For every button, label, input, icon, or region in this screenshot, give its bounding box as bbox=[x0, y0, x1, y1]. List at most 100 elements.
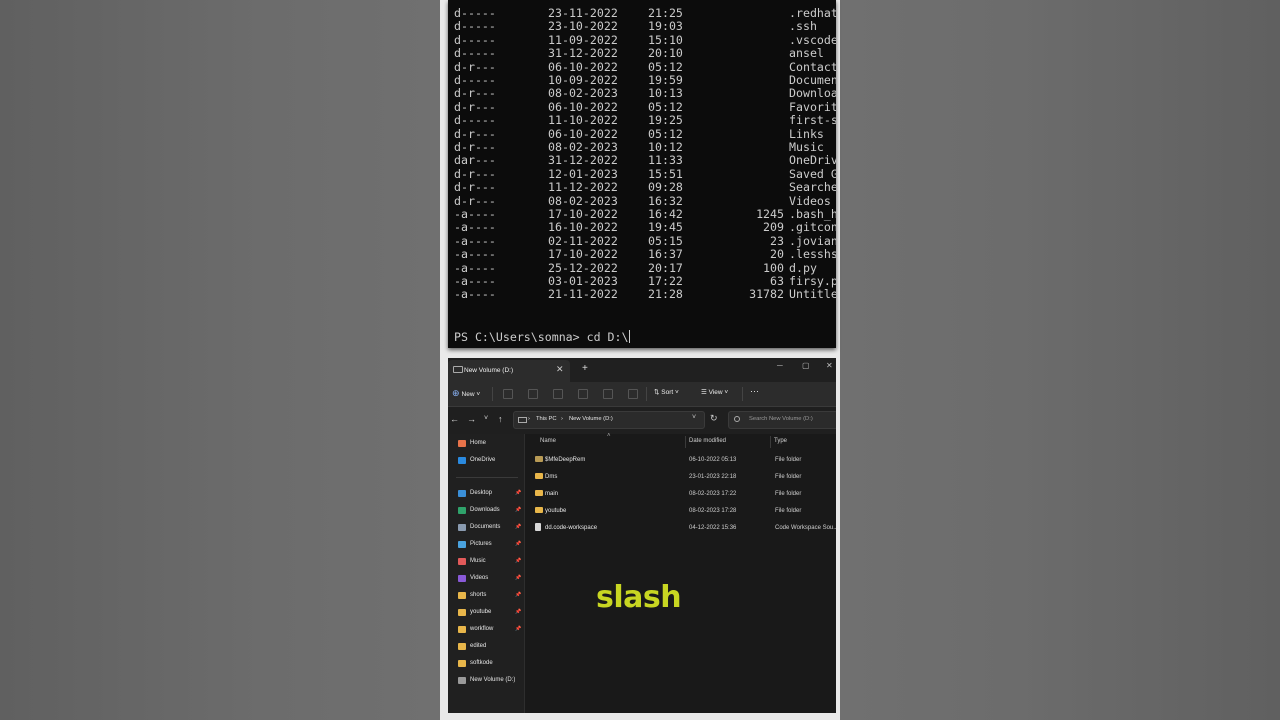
terminal-name: .ssh bbox=[789, 19, 817, 34]
file-row[interactable]: Dms 23-01-2023 22:18 File folder bbox=[525, 469, 836, 485]
terminal-prompt[interactable]: PS C:\Users\somna> cd D:\ bbox=[454, 330, 630, 344]
drive-icon bbox=[458, 677, 466, 684]
tab-close-button[interactable]: ✕ bbox=[556, 364, 564, 375]
terminal-time: 10:13 bbox=[648, 86, 683, 101]
document-icon bbox=[458, 524, 466, 531]
share-icon[interactable] bbox=[603, 389, 613, 399]
nav-item[interactable]: New Volume (D:) bbox=[448, 673, 524, 689]
file-row[interactable]: main 08-02-2023 17:22 File folder bbox=[525, 486, 836, 502]
file-row[interactable]: youtube 08-02-2023 17:28 File folder bbox=[525, 503, 836, 519]
nav-item-label: Music bbox=[470, 558, 486, 564]
nav-item[interactable]: softkode bbox=[448, 656, 524, 672]
address-dropdown-icon[interactable]: ˅ bbox=[692, 414, 696, 421]
search-box[interactable]: Search New Volume (D:) bbox=[728, 411, 836, 429]
video-icon bbox=[458, 575, 466, 582]
up-arrow-icon[interactable]: ↑ bbox=[498, 414, 503, 424]
new-tab-button[interactable]: + bbox=[582, 363, 588, 374]
column-divider[interactable] bbox=[685, 436, 686, 448]
nav-item[interactable]: Videos 📌 bbox=[448, 571, 524, 587]
terminal-mode: -a---- bbox=[454, 207, 496, 221]
terminal-window[interactable]: d----- 23-11-2022 21:25 .redhat d----- 23-10-… bbox=[448, 0, 836, 348]
terminal-mode: d-r--- bbox=[454, 59, 496, 74]
explorer-tab[interactable]: New Volume (D:) ✕ bbox=[448, 360, 570, 382]
back-arrow-icon[interactable]: ← bbox=[450, 414, 459, 424]
terminal-date: 11-09-2022 bbox=[548, 32, 618, 47]
nav-item[interactable]: Documents 📌 bbox=[448, 520, 524, 536]
file-row[interactable]: $MfeDeepRem 06-10-2022 05:13 File folder bbox=[525, 452, 836, 468]
terminal-name: .jovian bbox=[789, 233, 836, 248]
close-window-icon[interactable]: ✕ bbox=[826, 361, 833, 370]
rename-icon[interactable] bbox=[578, 389, 588, 399]
terminal-time: 09:28 bbox=[648, 180, 683, 195]
nav-item[interactable]: Pictures 📌 bbox=[448, 537, 524, 553]
pin-icon: 📌 bbox=[515, 524, 522, 530]
nav-item[interactable]: shorts 📌 bbox=[448, 588, 524, 604]
terminal-row: -a---- 03-01-2023 17:22 63 firsy.p bbox=[454, 275, 836, 288]
terminal-row: d-r--- 08-02-2023 10:13 Downloa bbox=[454, 86, 836, 101]
desktop-icon bbox=[458, 490, 466, 497]
breadcrumb-this-pc[interactable]: This PC bbox=[536, 416, 557, 422]
terminal-mode: -a---- bbox=[454, 233, 496, 248]
terminal-time: 10:12 bbox=[648, 140, 683, 154]
terminal-row: -a---- 21-11-2022 21:28 31782 Untitle bbox=[454, 288, 836, 301]
file-type: File folder bbox=[775, 457, 802, 463]
nav-item[interactable]: Desktop 📌 bbox=[448, 486, 524, 502]
terminal-name: Searche bbox=[789, 180, 836, 195]
breadcrumb-new-volume[interactable]: New Volume (D:) bbox=[569, 416, 613, 422]
cut-icon[interactable] bbox=[503, 389, 513, 399]
refresh-icon[interactable]: ↻ bbox=[710, 413, 718, 424]
new-button[interactable]: ⊕ New ˅ bbox=[452, 388, 480, 399]
terminal-name: .redhat bbox=[789, 6, 836, 20]
column-header-date[interactable]: Date modified bbox=[689, 438, 726, 444]
view-button[interactable]: ☰ View ˅ bbox=[701, 388, 728, 396]
minimize-icon[interactable]: ─ bbox=[777, 361, 783, 370]
file-explorer-window[interactable]: New Volume (D:) ✕ + ─ ▢ ✕ ⊕ New ˅ ⇅ Sort … bbox=[448, 358, 836, 713]
address-bar[interactable]: › This PC › New Volume (D:) bbox=[513, 411, 705, 429]
nav-item[interactable]: Home bbox=[448, 436, 524, 452]
terminal-name: Saved G bbox=[789, 166, 836, 181]
nav-item[interactable]: edited bbox=[448, 639, 524, 655]
search-icon bbox=[734, 416, 740, 422]
folder-icon bbox=[458, 592, 466, 599]
copy-icon[interactable] bbox=[528, 389, 538, 399]
terminal-mode: -a---- bbox=[454, 260, 496, 275]
paste-icon[interactable] bbox=[553, 389, 563, 399]
file-row[interactable]: dd.code-workspace 04-12-2022 15:36 Code Wo… bbox=[525, 520, 836, 536]
terminal-date: 23-10-2022 bbox=[548, 19, 618, 34]
forward-arrow-icon[interactable]: → bbox=[467, 414, 476, 424]
nav-item[interactable]: workflow 📌 bbox=[448, 622, 524, 638]
crumb-separator: › bbox=[528, 416, 530, 422]
navigation-pane: Home OneDrive Desktop 📌 Downloads 📌 Documents 📌… bbox=[448, 434, 525, 713]
file-date: 04-12-2022 15:36 bbox=[689, 525, 737, 531]
terminal-date: 11-10-2022 bbox=[548, 113, 618, 128]
column-header-type[interactable]: Type bbox=[774, 438, 787, 444]
terminal-length: 209 bbox=[763, 220, 784, 235]
terminal-mode: -a---- bbox=[454, 247, 496, 262]
terminal-time: 05:15 bbox=[648, 233, 683, 248]
terminal-time: 21:25 bbox=[648, 6, 683, 20]
terminal-row: d-r--- 08-02-2023 16:32 Videos bbox=[454, 194, 834, 208]
file-type: File folder bbox=[775, 474, 802, 480]
terminal-row: d-r--- 08-02-2023 10:12 Music bbox=[454, 141, 834, 154]
recent-locations-icon[interactable]: ˅ bbox=[484, 415, 488, 422]
column-header-name[interactable]: Name bbox=[540, 438, 556, 444]
column-divider[interactable] bbox=[770, 436, 771, 448]
terminal-date: 08-02-2023 bbox=[548, 140, 618, 154]
folder-icon bbox=[458, 609, 466, 616]
terminal-time: 15:10 bbox=[648, 32, 683, 47]
right-background bbox=[840, 0, 1280, 720]
nav-item-label: softkode bbox=[470, 660, 493, 666]
terminal-row: dar--- 31-12-2022 11:33 OneDriv bbox=[454, 154, 836, 167]
sort-button[interactable]: ⇅ Sort ˅ bbox=[654, 388, 679, 396]
nav-item[interactable]: OneDrive bbox=[448, 453, 524, 469]
nav-item[interactable]: Downloads 📌 bbox=[448, 503, 524, 519]
nav-item[interactable]: Music 📌 bbox=[448, 554, 524, 570]
delete-icon[interactable] bbox=[628, 389, 638, 399]
nav-item[interactable]: youtube 📌 bbox=[448, 605, 524, 621]
maximize-icon[interactable]: ▢ bbox=[802, 361, 810, 370]
toolbar-divider bbox=[646, 387, 647, 401]
more-options-button[interactable]: ··· bbox=[750, 386, 759, 396]
sort-indicator-icon: ˄ bbox=[607, 433, 611, 439]
folder-icon bbox=[535, 490, 543, 496]
terminal-length: 23 bbox=[770, 233, 784, 248]
